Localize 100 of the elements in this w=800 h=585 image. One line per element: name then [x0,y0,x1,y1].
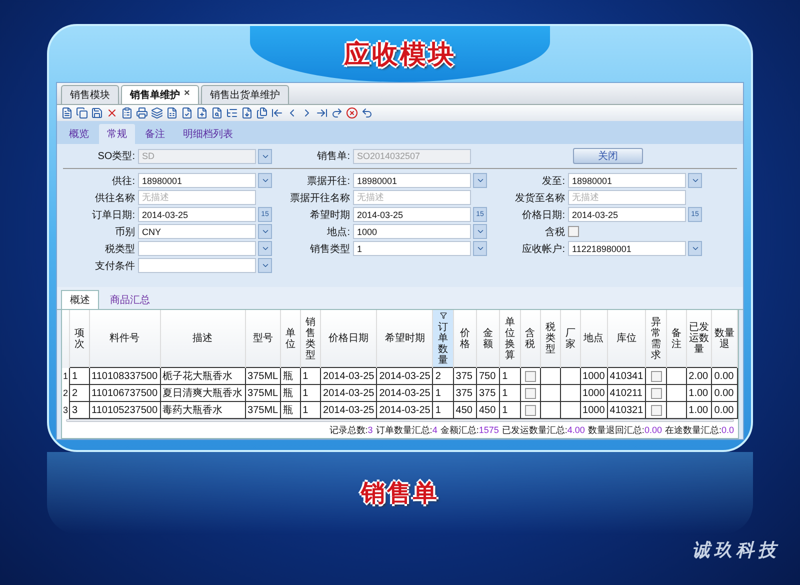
close-icon[interactable]: × [184,88,190,102]
document-download-icon[interactable] [241,107,253,119]
table-cell: 2014-03-25 [320,384,377,402]
column-header[interactable]: 数量退 [712,310,738,368]
column-header[interactable]: 库位 [607,310,646,368]
column-header[interactable]: 料件号 [89,310,160,368]
dropdown-button[interactable] [258,173,272,188]
column-header[interactable]: 备注 [666,310,686,368]
dropdown-button[interactable] [473,224,487,239]
first-record-icon[interactable] [271,107,283,119]
dropdown-button[interactable] [258,148,272,164]
column-header[interactable]: 型号 [245,310,281,368]
window-tab[interactable]: 销售模块 [61,85,119,104]
checkbox[interactable] [568,226,579,237]
list-tree-icon[interactable] [226,107,238,119]
column-header[interactable]: 异常需求 [646,310,667,368]
date-field[interactable]: 2014-03-25 [568,207,686,222]
dropdown-button[interactable] [258,241,272,256]
detail-tab[interactable]: 商品汇总 [101,290,159,309]
field-label: 应收帐户: [521,242,566,256]
summary-item: 在途数量汇总:0.0 [664,424,734,437]
field-label: 票据开往名称 [289,192,351,204]
dropdown-button[interactable] [258,224,272,239]
select-field[interactable] [138,258,256,273]
date-field[interactable]: 2014-03-25 [138,207,256,222]
document-search-icon[interactable] [211,107,223,119]
chevron-down-icon [476,176,484,185]
close-button[interactable]: 关闭 [573,148,643,164]
window-tab[interactable]: 销售出货单维护 [200,85,289,104]
checkbox[interactable] [650,388,662,398]
undo-icon[interactable] [361,107,373,119]
clipboard-icon[interactable] [121,107,133,119]
column-header[interactable]: 地点 [580,310,608,368]
column-header[interactable]: 税类型 [540,310,561,368]
select-field[interactable]: 112218980001 [568,241,686,256]
column-header[interactable]: 含税 [520,310,540,368]
dropdown-button[interactable] [258,258,272,273]
table-cell: 750 [476,368,500,384]
column-header[interactable]: 已发运数量 [686,310,712,368]
column-header[interactable]: 销售类型 [300,310,321,368]
select-field[interactable]: 18980001 [353,173,471,188]
column-header[interactable]: 价格 [453,310,476,368]
form-tab[interactable]: 备注 [137,124,173,144]
dropdown-button[interactable] [473,241,487,256]
checkbox[interactable] [650,370,662,382]
table-cell: 2 [70,384,90,402]
field-label: 价格日期: [521,208,566,222]
cancel-icon[interactable] [346,107,358,119]
save-icon[interactable] [91,107,103,119]
document-check-icon[interactable] [181,107,193,119]
select-field[interactable] [138,241,256,256]
select-field[interactable]: 1 [353,241,471,256]
table-cell: 1000 [580,368,608,384]
detail-tab[interactable]: 概述 [61,290,99,309]
column-header[interactable]: 希望时期 [376,310,433,368]
form-tab[interactable]: 明细档列表 [175,124,241,144]
form-tab[interactable]: 常规 [99,124,135,144]
checkbox[interactable] [524,404,536,416]
window-tab[interactable]: 销售单维护 × [121,85,199,104]
checkbox[interactable] [524,388,536,398]
checkbox[interactable] [524,370,536,382]
dropdown-button[interactable] [688,241,702,256]
column-header[interactable]: 价格日期 [320,310,377,368]
field-label: 销售单: [316,150,351,163]
table-cell: 1 [500,384,520,402]
select-field[interactable]: 1000 [353,224,471,239]
layers-icon[interactable] [151,107,163,119]
date-field[interactable]: 2014-03-25 [353,207,471,222]
column-header[interactable]: 描述 [160,310,246,368]
column-header[interactable]: 单位换算 [500,310,520,368]
scrollbar[interactable] [66,419,734,422]
checkbox[interactable] [650,404,662,416]
copy-icon[interactable] [76,107,88,119]
spreadsheet-icon[interactable] [166,107,178,119]
field-label: 供往: [111,174,136,188]
form-tab[interactable]: 概览 [61,124,97,144]
delete-icon[interactable] [106,107,118,119]
table-cell: 110108337500 [89,368,160,384]
column-header[interactable]: 订单数量 [432,310,454,368]
table-cell: 410341 [607,368,646,384]
column-header[interactable]: 项次 [70,310,90,368]
dropdown-button[interactable] [688,173,702,188]
redo-icon[interactable] [331,107,343,119]
column-header[interactable]: 金额 [476,310,500,368]
table-cell: 375ML [245,368,281,384]
table-cell: 栀子花大瓶香水 [160,368,246,384]
select-field[interactable]: 18980001 [568,173,686,188]
printer-icon[interactable] [136,107,148,119]
dropdown-button[interactable] [473,173,487,188]
table-cell: 2.00 [686,368,712,384]
new-document-icon[interactable] [61,107,73,119]
column-header[interactable]: 单位 [280,310,300,368]
document-plus-icon[interactable] [196,107,208,119]
select-field[interactable]: CNY [138,224,256,239]
field-label: SO类型: [96,150,136,163]
table-cell: 2 [432,368,454,384]
documents-icon[interactable] [256,107,268,119]
select-field[interactable]: 18980001 [138,173,256,188]
column-header[interactable]: 厂家 [560,310,580,368]
last-record-icon[interactable] [316,107,328,119]
